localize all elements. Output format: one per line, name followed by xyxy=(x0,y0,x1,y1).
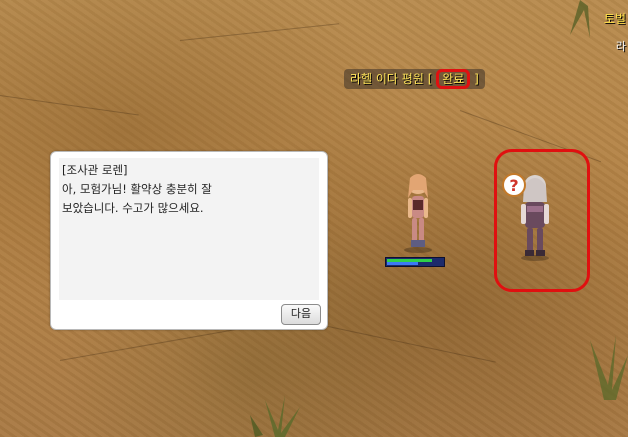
quest-title: 라헬 이다 평원 [ 완료 ] xyxy=(344,69,485,89)
npc-dialog-window: [조사관 로렌] 아, 모험가님! 활약상 충분히 잘 보았습니다. 수고가 많… xyxy=(50,151,328,330)
grass-tuft xyxy=(250,395,300,437)
dialog-line-1: 아, 모험가님! 활약상 충분히 잘 xyxy=(62,182,212,196)
player-hp-sp-bar xyxy=(385,257,445,267)
top-right-label: 토벌 xyxy=(603,12,626,26)
question-mark-icon[interactable]: ? xyxy=(501,172,527,198)
ground-crack xyxy=(0,95,139,116)
player-character[interactable] xyxy=(398,172,438,254)
ground-crack xyxy=(179,23,340,41)
dialog-line-2: 보았습니다. 수고가 많으세요. xyxy=(62,201,204,215)
next-button[interactable]: 다음 xyxy=(281,304,321,325)
svg-text:?: ? xyxy=(509,176,518,195)
grass-tuft xyxy=(590,335,628,400)
ground-crack xyxy=(59,328,238,361)
quest-bracket-close: ] xyxy=(474,72,479,86)
dialog-speaker: [조사관 로렌] xyxy=(62,163,128,177)
quest-name: 라헬 이다 평원 xyxy=(350,72,424,86)
quest-bracket-open: [ xyxy=(427,72,433,86)
top-right-label-secondary: 라 xyxy=(615,40,626,53)
dialog-text-area xyxy=(59,158,319,300)
quest-status-badge: 완료 xyxy=(436,69,471,89)
sp-fill xyxy=(387,262,418,265)
ground-crack xyxy=(299,320,496,363)
grass-tuft xyxy=(570,0,590,38)
